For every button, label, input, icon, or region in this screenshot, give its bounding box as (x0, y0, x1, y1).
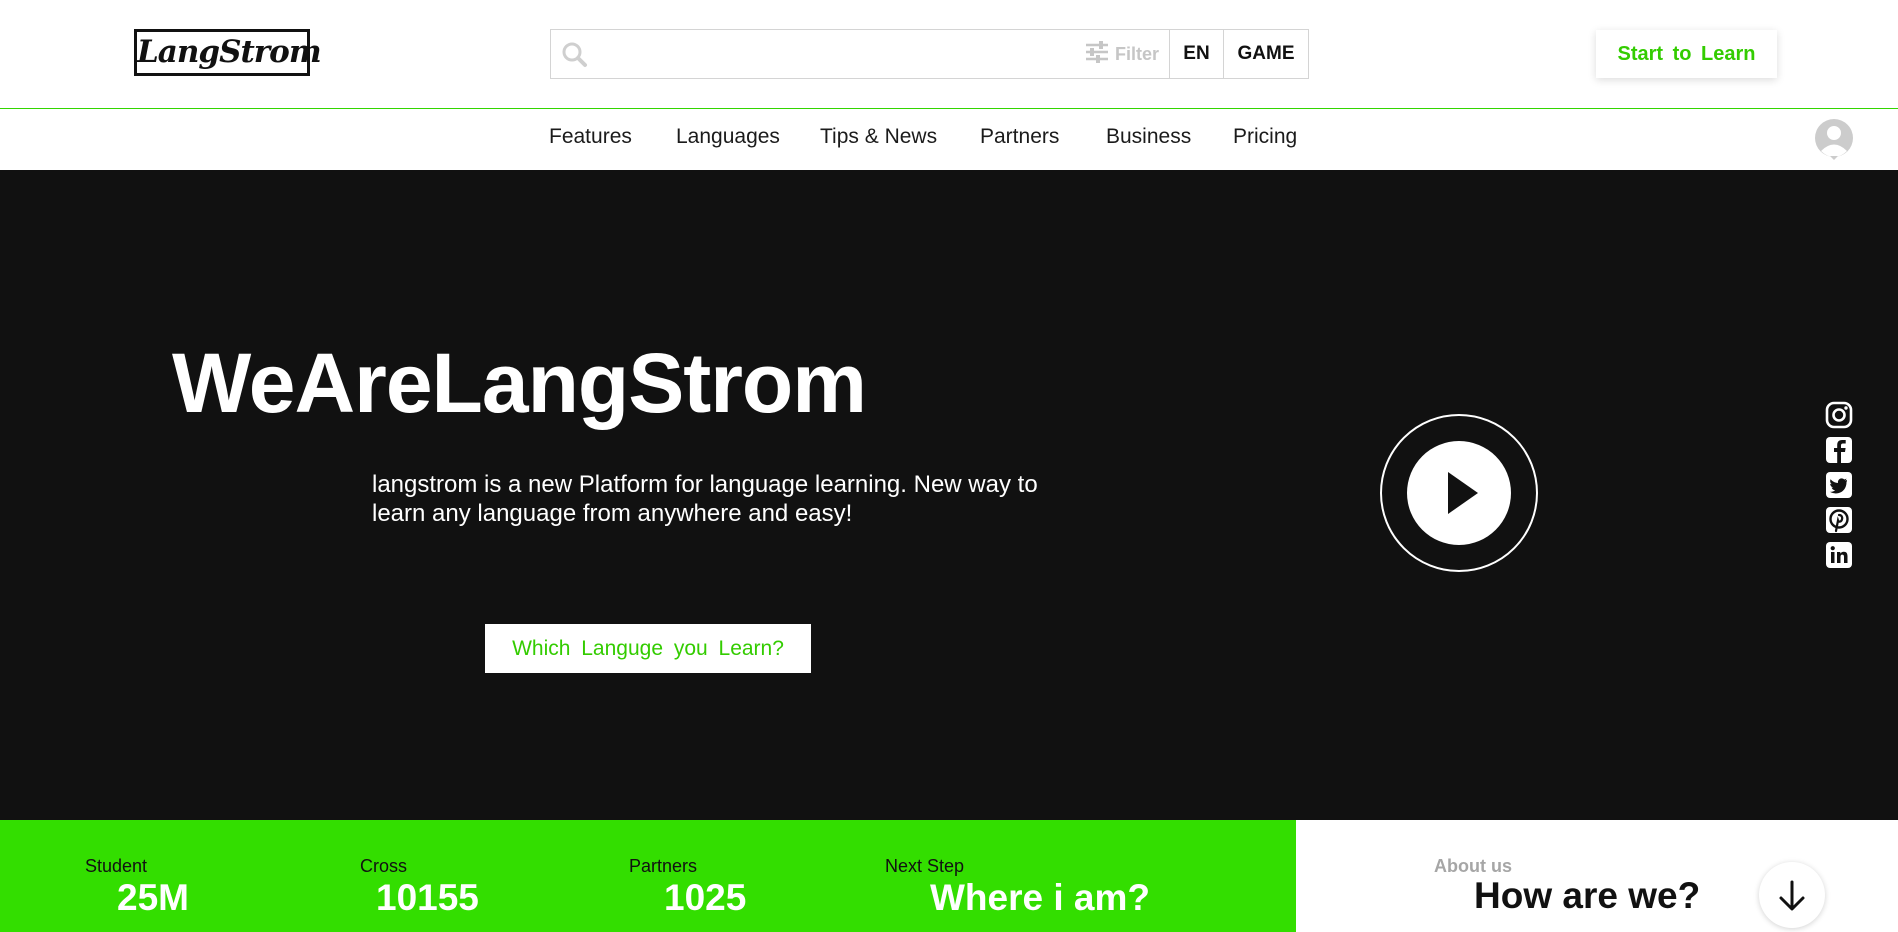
nav-item-pricing[interactable]: Pricing (1233, 125, 1297, 149)
arrow-down-icon (1779, 880, 1805, 911)
twitter-icon[interactable] (1824, 470, 1854, 500)
sliders-icon (1085, 40, 1109, 68)
scroll-down-button[interactable] (1759, 862, 1825, 928)
nav-item-languages[interactable]: Languages (676, 125, 780, 149)
nav-item-features[interactable]: Features (549, 125, 632, 149)
start-to-learn-button[interactable]: Start to Learn (1596, 30, 1777, 78)
main-nav: Features Languages Tips & News Partners … (0, 109, 1898, 170)
stat-label-partners: Partners (629, 856, 698, 876)
about-us-label: About us (1434, 856, 1512, 876)
choose-language-button[interactable]: Which Languge you Learn? (485, 624, 811, 673)
search-input[interactable] (599, 30, 1081, 78)
nav-item-partners[interactable]: Partners (980, 125, 1059, 149)
instagram-icon[interactable] (1824, 400, 1854, 430)
logo[interactable]: LangStrom (134, 29, 322, 76)
stat-label-student: Student (85, 856, 148, 876)
filter-button[interactable]: Filter (1081, 30, 1169, 78)
facebook-icon[interactable] (1824, 435, 1854, 465)
stats-bar: Student 25M Cross 10155 Partners 1025 Ne… (0, 820, 1296, 932)
play-video-button[interactable] (1380, 414, 1538, 572)
stat-value-partners: 1025 (664, 877, 747, 918)
linkedin-icon[interactable] (1824, 540, 1854, 570)
stat-label-next-step: Next Step (885, 856, 965, 876)
nav-item-business[interactable]: Business (1106, 125, 1191, 149)
stat-value-next-step[interactable]: Where i am? (930, 877, 1150, 919)
top-bar: LangStrom Filter EN GAME Start to Learn (0, 0, 1898, 109)
language-selector[interactable]: EN (1169, 30, 1223, 78)
filter-label: Filter (1114, 43, 1159, 64)
stat-value-student: 25M (117, 877, 189, 918)
stat-label-cross: Cross (360, 856, 408, 876)
hero-section: WeAreLangStrom langstrom is a new Platfo… (0, 170, 1898, 820)
pinterest-icon[interactable] (1824, 505, 1854, 535)
search-bar: Filter EN GAME (550, 29, 1309, 79)
user-avatar-icon[interactable] (1813, 118, 1855, 160)
nav-item-tips-news[interactable]: Tips & News (820, 125, 937, 149)
about-us-section: About us How are we? (1296, 820, 1898, 932)
about-us-title[interactable]: How are we? (1474, 875, 1700, 917)
search-icon[interactable] (551, 30, 599, 78)
game-button[interactable]: GAME (1223, 30, 1308, 78)
play-icon (1407, 441, 1511, 545)
hero-title: WeAreLangStrom (172, 336, 867, 430)
hero-description: langstrom is a new Platform for language… (372, 471, 1038, 527)
stat-value-cross: 10155 (376, 877, 479, 918)
